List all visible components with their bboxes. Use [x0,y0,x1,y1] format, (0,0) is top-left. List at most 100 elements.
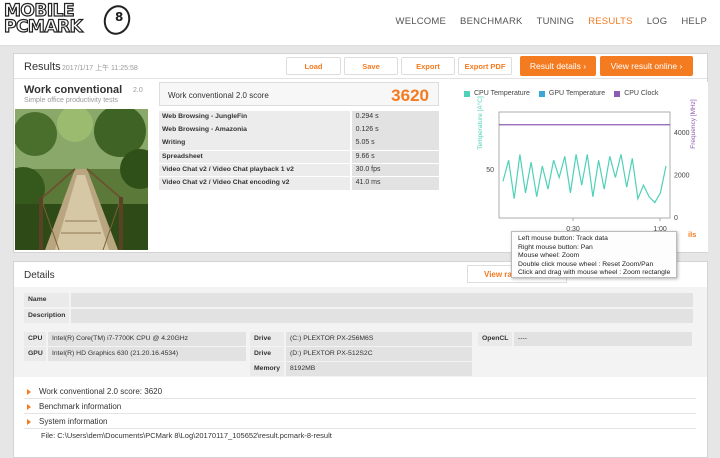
main-nav: WELCOME BENCHMARK TUNING RESULTS LOG HEL… [389,16,714,27]
plot-frame [498,111,671,219]
name-label: Name [24,293,69,307]
subscore-name: Spreadsheet [159,150,350,164]
view-online-button[interactable]: View result online › [600,56,693,76]
tooltip-line: Click and drag with mouse wheel : Zoom r… [518,269,671,277]
subscore-table: Web Browsing - JungleFin 0.294 s Web Brow… [159,111,439,190]
view-online-label: View result online [610,61,678,71]
monitoring-chart[interactable]: CPU Temperature GPU Temperature CPU Cloc… [450,82,708,252]
drive-label: Drive [250,332,284,346]
results-header: Results 2017/1/17 上午 11:25:58 Load Save … [14,54,707,79]
subscore-name: Video Chat v2 / Video Chat playback 1 v2 [159,163,350,177]
cpu-temperature-line [502,154,667,204]
subscore-name: Web Browsing - Amazonia [159,124,350,137]
result-details-button[interactable]: Result details › [520,56,596,76]
drive-label: Drive [250,347,284,361]
subscore-value: 9.66 s [351,150,439,164]
cpu-label: CPU [24,332,46,346]
nav-results[interactable]: RESULTS [581,16,640,27]
subscore-row: Video Chat v2 / Video Chat encoding v2 41… [159,176,439,190]
results-title: Results [24,61,61,73]
cpu-row: CPU Intel(R) Core(TM) i7-7700K CPU @ 4.2… [24,332,246,346]
left-tick-label: 50 [486,167,494,174]
chevron-right-icon: › [583,61,587,71]
subscore-row: Spreadsheet 9.66 s [159,150,439,164]
expand-arrow-icon [27,403,31,410]
accordion-label: Benchmark information [39,402,122,411]
tooltip-line: Right mouse button: Pan [518,243,593,251]
chart-details-button-partial[interactable]: ils [688,230,696,239]
subscore-row: Writing 5.05 s [159,137,439,150]
right-tick-label: 4000 [674,130,690,137]
result-file-path: File: C:\Users\dem\Documents\PCMark 8\Lo… [41,431,332,440]
chart-help-tooltip: Left mouse button: Track data Right mous… [511,231,677,278]
description-row: Description [24,309,693,323]
details-title: Details [24,270,55,281]
accordion-score[interactable]: Work conventional 2.0 score: 3620 [24,384,696,399]
accordion-label: Work conventional 2.0 score: 3620 [39,387,163,396]
subscore-name: Web Browsing - JungleFin [159,111,350,124]
expand-arrow-icon [27,388,31,395]
memory-row: Memory 8192MB [250,362,472,376]
benchmark-image [15,109,148,250]
subscore-value: 5.05 s [351,137,439,150]
name-row: Name [24,293,693,307]
nav-benchmark[interactable]: BENCHMARK [453,16,530,27]
drive-1-row: Drive (C:) PLEXTOR PX-256M6S [250,332,472,346]
accordion-system-info[interactable]: System information [24,414,696,429]
score-label: Work conventional 2.0 score [168,91,269,100]
top-bar: MOBILE PCMARK 8 WELCOME BENCHMARK TUNING… [0,0,720,46]
tooltip-line: Left mouse button: Track data [518,235,608,242]
opencl-value: ---- [514,332,692,346]
right-axis-label: Frequency [MHz] [690,99,697,149]
memory-label: Memory [250,362,284,376]
result-details-label: Result details [529,61,581,71]
app-logo: MOBILE PCMARK 8 [3,1,135,39]
nav-tuning[interactable]: TUNING [530,16,582,27]
nav-welcome[interactable]: WELCOME [389,16,454,27]
right-tick-label: 2000 [674,173,690,180]
cpu-value: Intel(R) Core(TM) i7-7700K CPU @ 4.20GHz [48,332,246,346]
drive-1-value: (C:) PLEXTOR PX-256M6S [286,332,472,346]
chart-svg: Temperature [A°C] Frequency [MHz] 50 400… [476,96,697,239]
subscore-value: 41.0 ms [351,176,439,190]
subscore-name: Video Chat v2 / Video Chat encoding v2 [159,176,350,190]
export-button[interactable]: Export [401,57,455,75]
results-date: 2017/1/17 上午 11:25:58 [62,65,138,72]
logo-line-2: PCMARK [3,17,83,37]
score-box: Work conventional 2.0 score 3620 [159,82,439,106]
subscore-name: Writing [159,137,350,150]
benchmark-description: Simple office productivity tests [24,97,119,104]
nav-help[interactable]: HELP [674,16,714,27]
description-value[interactable] [71,309,693,323]
save-button[interactable]: Save [344,57,398,75]
subscore-row: Video Chat v2 / Video Chat playback 1 v2… [159,163,439,177]
description-label: Description [24,309,69,323]
load-button[interactable]: Load [286,57,341,75]
gpu-row: GPU Intel(R) HD Graphics 630 (21.20.16.4… [24,347,246,361]
left-axis-label: Temperature [A°C] [476,96,484,150]
tooltip-line: Mouse wheel: Zoom [518,252,580,260]
gpu-label: GPU [24,347,46,361]
accordion-benchmark-info[interactable]: Benchmark information [24,399,696,414]
nav-log[interactable]: LOG [640,16,675,27]
benchmark-name: Work conventional [24,84,123,96]
drive-2-value: (D:) PLEXTOR PX-512S2C [286,347,472,361]
tooltip-line: Double click mouse wheel : Reset Zoom/Pa… [518,260,654,268]
opencl-row: OpenCL ---- [478,332,692,346]
rope-bridge-image [15,109,148,250]
accordion-label: System information [39,417,108,426]
results-panel: Results 2017/1/17 上午 11:25:58 Load Save … [13,53,708,253]
gpu-value: Intel(R) HD Graphics 630 (21.20.16.4534) [48,347,246,361]
logo-number: 8 [115,10,124,24]
memory-value: 8192MB [286,362,472,376]
details-panel: Details View ra Name Description CPU Int… [13,261,708,458]
drive-2-row: Drive (D:) PLEXTOR PX-512S2C [250,347,472,361]
expand-arrow-icon [27,418,31,425]
name-value[interactable] [71,293,693,307]
subscore-row: Web Browsing - Amazonia 0.126 s [159,124,439,137]
export-pdf-button[interactable]: Export PDF [458,57,512,75]
right-tick-label: 0 [674,215,678,222]
score-value: 3620 [391,86,429,105]
opencl-label: OpenCL [478,332,512,346]
subscore-value: 30.0 fps [351,163,439,177]
